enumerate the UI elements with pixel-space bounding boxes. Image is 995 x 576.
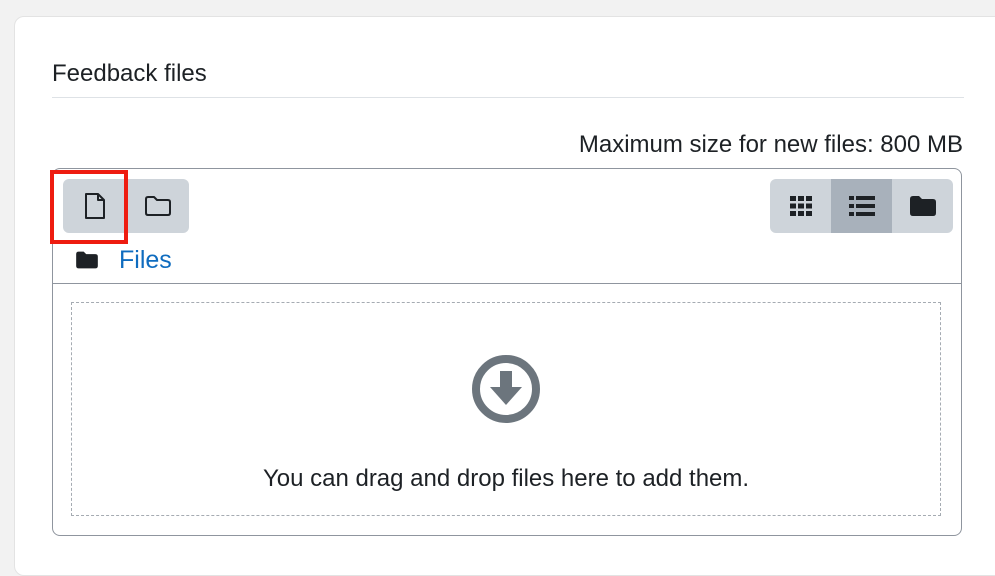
add-file-button[interactable] bbox=[63, 179, 126, 233]
drop-zone-instructions: You can drag and drop files here to add … bbox=[262, 465, 750, 492]
grid-icon bbox=[789, 196, 812, 216]
breadcrumb: Files bbox=[75, 243, 172, 277]
max-size-label: Maximum size for new files: 800 MB bbox=[578, 131, 963, 158]
folder-solid-icon bbox=[76, 251, 98, 269]
file-actions-group bbox=[63, 179, 189, 233]
title-divider bbox=[52, 97, 964, 98]
file-icon bbox=[84, 193, 105, 219]
section-title: Feedback files bbox=[52, 60, 207, 87]
tree-view-button[interactable] bbox=[892, 179, 953, 233]
file-manager: Files You can drag and drop files here t… bbox=[52, 168, 962, 536]
files-path-link[interactable]: Files bbox=[119, 246, 172, 275]
create-folder-button[interactable] bbox=[126, 179, 189, 233]
view-toggle-group bbox=[770, 179, 953, 233]
arrow-circle-down-icon bbox=[472, 355, 540, 423]
folder-solid-icon bbox=[909, 196, 936, 216]
list-view-button[interactable] bbox=[831, 179, 892, 233]
folder-outline-icon bbox=[145, 196, 171, 216]
list-icon bbox=[848, 196, 875, 216]
file-manager-toolbar: Files bbox=[53, 169, 961, 284]
drop-zone[interactable]: You can drag and drop files here to add … bbox=[71, 302, 941, 516]
icons-view-button[interactable] bbox=[770, 179, 831, 233]
